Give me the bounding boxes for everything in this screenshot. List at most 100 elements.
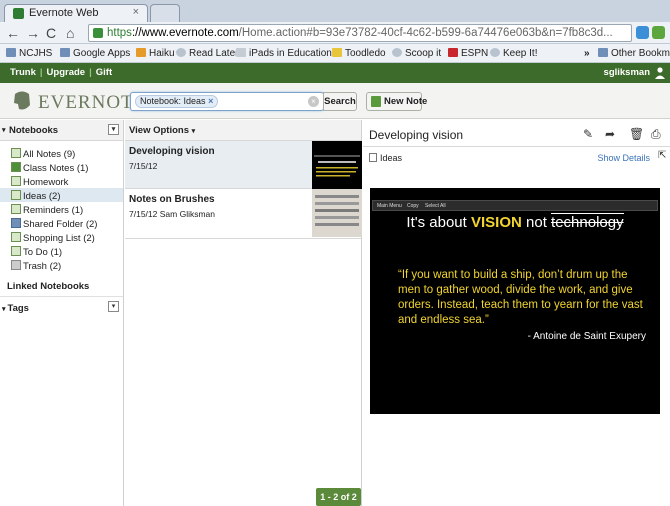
bookmark-haiku[interactable]: Haiku: [136, 47, 175, 60]
tab-close-icon[interactable]: ×: [133, 6, 139, 18]
bookmark-read-later[interactable]: Read Later: [176, 47, 238, 60]
bookmark-keep-it[interactable]: Keep It!: [490, 47, 537, 60]
browser-tab[interactable]: Evernote Web ×: [4, 4, 148, 22]
username-link[interactable]: sgliksman: [604, 63, 650, 83]
bookmarks-bar: NCJHS Google Apps Haiku Read Later iPads…: [0, 44, 670, 63]
shared-folder-icon: [11, 218, 21, 228]
note-viewer: Developing vision ✎ ➦ 🗑 ⎙ Ideas Show Det…: [363, 120, 670, 506]
notebook-icon: [11, 176, 21, 186]
show-details-link[interactable]: Show Details: [597, 153, 650, 163]
search-input[interactable]: Notebook: Ideas × ×: [130, 92, 324, 111]
image-toolbar: Main Menu Copy Select All: [372, 200, 658, 211]
elephant-icon: [14, 91, 30, 110]
url-scheme: https: [107, 27, 132, 39]
url-path: /Home.action#b=93e73782-40cf-4c62-b599-6…: [238, 27, 613, 39]
note-list: View Options ▾ Developing vision 7/15/12…: [125, 120, 362, 506]
notebook-class-notes[interactable]: Class Notes (1): [11, 162, 88, 175]
linked-notebooks-header[interactable]: Linked Notebooks: [7, 281, 89, 292]
print-icon[interactable]: ⎙: [651, 127, 661, 142]
remove-filter-icon[interactable]: ×: [208, 96, 213, 106]
bookmark-other-bookmarks[interactable]: Other Bookmarks: [598, 47, 670, 60]
notebooks-header[interactable]: ▾ Notebooks ▾: [0, 120, 123, 141]
bookmark-google-apps[interactable]: Google Apps: [60, 47, 130, 60]
slide-headline: It's about VISION not technology: [406, 213, 624, 231]
checkmark-icon: [332, 48, 342, 57]
app-header: EVERNOTE Notebook: Ideas × × Search New …: [0, 83, 670, 119]
espn-icon: [448, 48, 458, 57]
upgrade-link[interactable]: Upgrade: [47, 67, 86, 78]
slide-quote: “If you want to build a ship, don’t drum…: [398, 269, 643, 326]
back-icon[interactable]: ←: [6, 25, 20, 41]
page-icon: [236, 48, 246, 57]
divider: [363, 146, 670, 147]
notebook-icon: [11, 232, 21, 242]
notebook-to-do[interactable]: To Do (1): [11, 246, 62, 259]
main-menu-label: Main Menu: [377, 203, 402, 209]
note-meta: 7/15/12 Sam Gliksman: [129, 209, 216, 219]
note-title: Developing vision: [129, 146, 215, 157]
bookmark-ncjhs[interactable]: NCJHS: [6, 47, 52, 60]
search-button[interactable]: Search: [323, 92, 357, 111]
bookmark-scoop-it[interactable]: Scoop it: [392, 47, 441, 60]
home-icon[interactable]: ⌂: [66, 25, 74, 41]
tags-header[interactable]: ▾ Tags: [2, 303, 29, 314]
note-item-notes-on-brushes[interactable]: Notes on Brushes 7/15/12 Sam Gliksman: [125, 189, 362, 239]
edit-icon[interactable]: ✎: [583, 127, 593, 141]
note-image: Main Menu Copy Select All It's about VIS…: [370, 188, 660, 414]
tab-title: Evernote Web: [29, 7, 99, 19]
notebook-icon: [11, 246, 21, 256]
note-notebook-link[interactable]: Ideas: [369, 153, 402, 163]
globe-icon: [176, 48, 186, 57]
notebook-shared-folder[interactable]: Shared Folder (2): [11, 218, 97, 231]
tags-menu-icon[interactable]: ▾: [108, 301, 119, 312]
new-tab-button[interactable]: [150, 4, 180, 22]
trash-icon[interactable]: 🗑: [629, 127, 644, 141]
account-bar: Trunk | Upgrade | Gift sgliksman: [0, 63, 670, 83]
share-icon[interactable]: ➦: [605, 127, 615, 141]
notebook-ideas[interactable]: Ideas (2): [11, 190, 61, 203]
notebook-homework[interactable]: Homework: [11, 176, 68, 189]
chevron-down-icon: ▾: [191, 128, 196, 135]
trunk-link[interactable]: Trunk: [10, 67, 36, 78]
note-date: 7/15/12: [129, 161, 158, 171]
bookmark-ipads-in-education[interactable]: iPads in Education: [236, 47, 332, 60]
notebook-icon: [11, 204, 21, 214]
view-options-button[interactable]: View Options ▾: [125, 120, 361, 141]
star-icon[interactable]: [652, 26, 665, 39]
folder-icon: [6, 48, 16, 57]
new-note-button[interactable]: New Note: [366, 92, 427, 111]
bookmark-espn[interactable]: ESPN: [448, 47, 488, 60]
select-all-label: Select All: [425, 203, 446, 209]
notebook-trash[interactable]: Trash (2): [11, 260, 61, 273]
shared-notebook-icon: [11, 162, 21, 172]
lock-icon: [93, 28, 103, 38]
gift-link[interactable]: Gift: [96, 67, 112, 78]
note-item-developing-vision[interactable]: Developing vision 7/15/12: [125, 141, 362, 189]
notebook-reminders[interactable]: Reminders (1): [11, 204, 83, 217]
haiku-icon: [136, 48, 146, 57]
user-icon[interactable]: [655, 67, 665, 79]
slide-attribution: - Antoine de Saint Exupery: [527, 331, 646, 342]
bookmark-toodledo[interactable]: Toodledo: [332, 47, 386, 60]
reload-icon[interactable]: C: [46, 25, 56, 41]
globe-icon: [490, 48, 500, 57]
collapse-icon[interactable]: ▾: [2, 120, 6, 141]
copy-label: Copy: [407, 203, 419, 209]
extension-icon[interactable]: [636, 26, 649, 39]
forward-icon[interactable]: →: [26, 25, 40, 41]
folder-icon: [60, 48, 70, 57]
notebook-all-notes[interactable]: All Notes (9): [11, 148, 75, 161]
address-bar[interactable]: https://www.evernote.com/Home.action#b=9…: [88, 24, 632, 42]
expand-icon[interactable]: ⇱: [658, 150, 666, 161]
browser-toolbar: ← → C ⌂ https://www.evernote.com/Home.ac…: [0, 22, 670, 44]
notebook-icon: [369, 153, 377, 162]
folder-icon: [598, 48, 608, 57]
url-host: ://www.evernote.com: [131, 27, 239, 39]
search-filter-chip[interactable]: Notebook: Ideas ×: [135, 95, 219, 108]
clear-search-icon[interactable]: ×: [308, 96, 319, 107]
notebook-shopping-list[interactable]: Shopping List (2): [11, 232, 95, 245]
bookmarks-overflow-icon[interactable]: »: [584, 47, 590, 60]
notebooks-menu-icon[interactable]: ▾: [108, 124, 119, 135]
pagination-badge: 1 - 2 of 2: [316, 488, 361, 506]
divider: [0, 296, 123, 297]
